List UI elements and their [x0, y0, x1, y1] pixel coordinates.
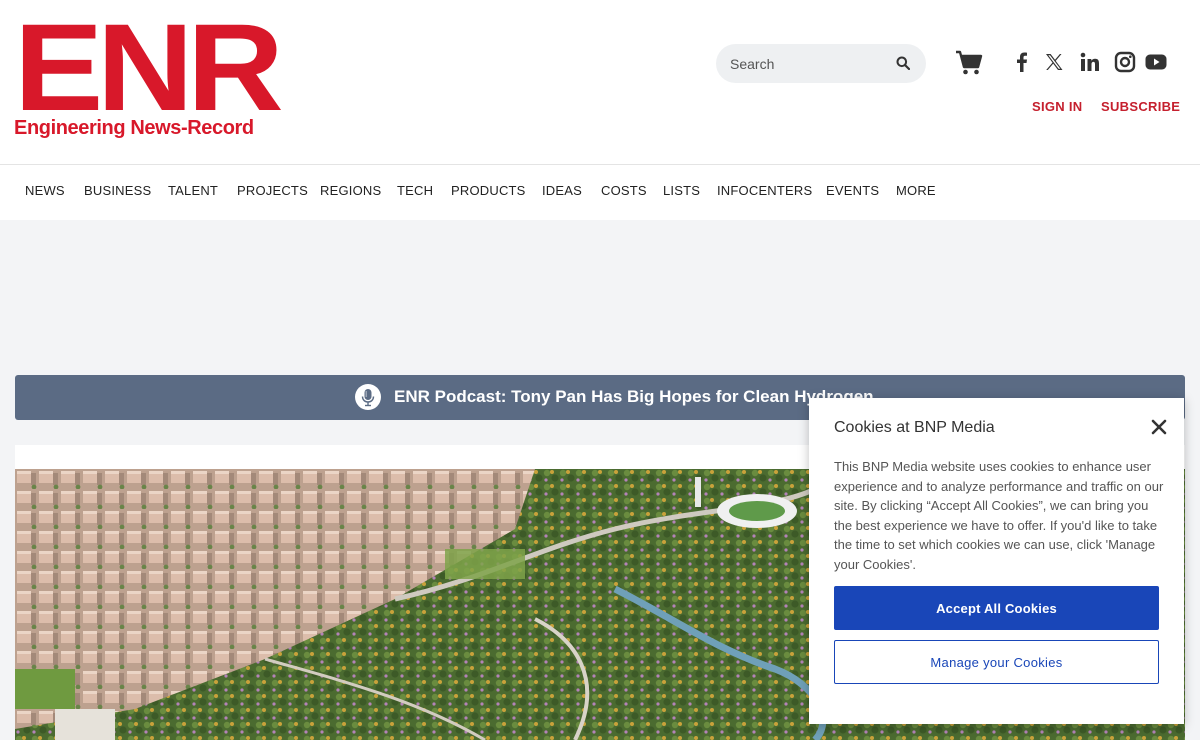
nav-item-costs[interactable]: COSTS — [601, 183, 647, 198]
nav-item-products[interactable]: PRODUCTS — [451, 183, 526, 198]
youtube-icon[interactable] — [1144, 50, 1168, 74]
subscribe-link[interactable]: SUBSCRIBE — [1101, 99, 1180, 114]
nav-item-lists[interactable]: LISTS — [663, 183, 700, 198]
cookie-dialog-title: Cookies at BNP Media — [834, 419, 995, 436]
nav-item-news[interactable]: NEWS — [25, 183, 65, 198]
close-icon[interactable] — [1151, 419, 1167, 435]
sign-in-link[interactable]: SIGN IN — [1032, 99, 1083, 114]
nav-item-projects[interactable]: PROJECTS — [237, 183, 308, 198]
microphone-icon — [355, 384, 381, 410]
manage-cookies-button[interactable]: Manage your Cookies — [834, 640, 1159, 684]
nav-item-ideas[interactable]: IDEAS — [542, 183, 582, 198]
nav-item-business[interactable]: BUSINESS — [84, 183, 151, 198]
cookie-consent-dialog: Cookies at BNP Media This BNP Media webs… — [809, 398, 1184, 724]
nav-item-tech[interactable]: TECH — [397, 183, 433, 198]
nav-item-infocenters[interactable]: INFOCENTERS — [717, 183, 812, 198]
linkedin-icon[interactable] — [1078, 50, 1102, 74]
logo-wordmark: ENR — [14, 0, 284, 137]
podcast-title: ENR Podcast: Tony Pan Has Big Hopes for … — [394, 387, 874, 406]
nav-item-more[interactable]: MORE — [896, 183, 936, 198]
logo-subtitle: Engineering News-Record — [14, 117, 254, 139]
cookie-dialog-text: This BNP Media website uses cookies to e… — [834, 459, 1164, 572]
nav-item-events[interactable]: EVENTS — [826, 183, 879, 198]
instagram-icon[interactable] — [1113, 50, 1137, 74]
main-nav: NEWS BUSINESS TALENT PROJECTS REGIONS TE… — [0, 165, 1200, 220]
nav-item-talent[interactable]: TALENT — [168, 183, 218, 198]
facebook-icon[interactable] — [1010, 50, 1034, 74]
cart-icon[interactable] — [955, 50, 983, 76]
search-box — [716, 44, 926, 83]
nav-item-regions[interactable]: REGIONS — [320, 183, 381, 198]
search-input[interactable] — [730, 44, 890, 83]
search-icon[interactable] — [896, 56, 910, 70]
x-icon[interactable] — [1042, 50, 1066, 74]
accept-all-cookies-button[interactable]: Accept All Cookies — [834, 586, 1159, 630]
site-header: ENR Engineering News-Record SIGN IN SUBS… — [0, 0, 1200, 165]
enr-logo[interactable]: ENR Engineering News-Record — [14, 6, 284, 142]
